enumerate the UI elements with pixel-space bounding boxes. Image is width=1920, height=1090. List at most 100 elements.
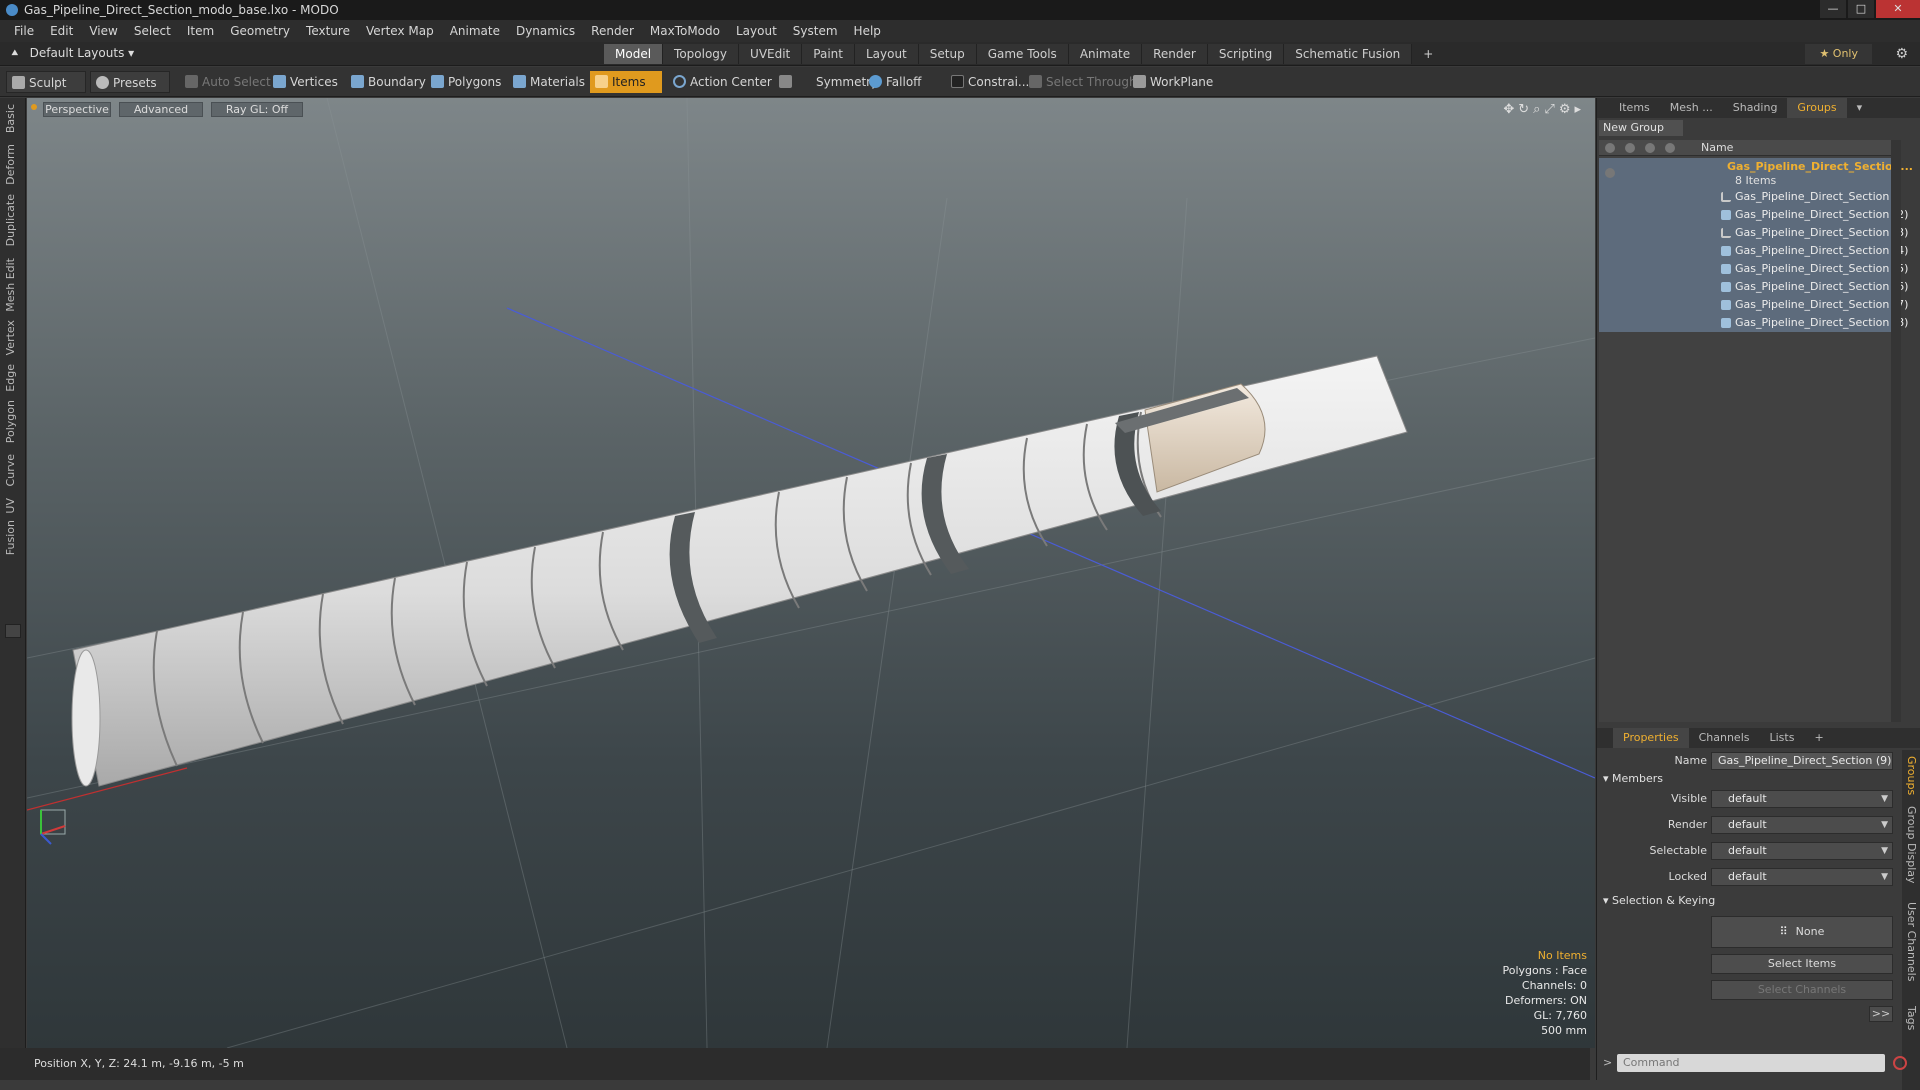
- tab-channels[interactable]: Channels: [1689, 728, 1760, 748]
- more-button[interactable]: >>: [1869, 1006, 1893, 1022]
- vtab-fusion[interactable]: Fusion: [4, 520, 17, 555]
- close-button[interactable]: ✕: [1876, 0, 1920, 18]
- tab-render[interactable]: Render: [1142, 44, 1208, 64]
- select-channels-button[interactable]: Select Channels: [1711, 980, 1893, 1000]
- menu-view[interactable]: View: [81, 24, 125, 38]
- selectable-dropdown[interactable]: default ▼: [1711, 842, 1893, 860]
- command-history-icon[interactable]: [1893, 1056, 1907, 1070]
- vtab-deform[interactable]: Deform: [4, 144, 17, 185]
- vtab-basic[interactable]: Basic: [4, 104, 17, 133]
- viewport-more-icon[interactable]: ▸: [1574, 102, 1585, 117]
- menu-file[interactable]: File: [6, 24, 42, 38]
- menu-maxtomodo[interactable]: MaxToModo: [642, 24, 728, 38]
- menu-render[interactable]: Render: [583, 24, 642, 38]
- command-input[interactable]: Command: [1617, 1054, 1885, 1072]
- tab-schematic-fusion[interactable]: Schematic Fusion: [1284, 44, 1413, 64]
- group-name-field[interactable]: Gas_Pipeline_Direct_Section (9): [1711, 752, 1893, 770]
- tab-items[interactable]: Items: [1609, 98, 1660, 118]
- locked-dropdown[interactable]: default ▼: [1711, 868, 1893, 886]
- auto-select-button[interactable]: Auto Select: [180, 71, 279, 93]
- falloff-button[interactable]: Falloff: [864, 71, 929, 93]
- tab-topology[interactable]: Topology: [663, 44, 740, 64]
- materials-button[interactable]: Materials: [508, 71, 593, 93]
- group-visibility-toggle[interactable]: [1605, 168, 1615, 178]
- raygl-dropdown[interactable]: Ray GL: Off: [211, 102, 303, 117]
- tree-item[interactable]: Gas_Pipeline_Direct_Section (3): [1599, 224, 1908, 242]
- side-tab-tags[interactable]: Tags: [1905, 1006, 1918, 1030]
- layout-collapse-icon[interactable]: ⯅: [10, 46, 20, 60]
- tab-properties[interactable]: Properties: [1613, 728, 1689, 748]
- vtab-mesh-edit[interactable]: Mesh Edit: [4, 258, 17, 312]
- default-layouts-dropdown[interactable]: ⯅ Default Layouts ▾: [10, 46, 134, 61]
- workplane-button[interactable]: WorkPlane: [1128, 71, 1221, 93]
- side-tab-user-channels[interactable]: User Channels: [1905, 902, 1918, 981]
- select-items-button[interactable]: Select Items: [1711, 954, 1893, 974]
- tree-item[interactable]: Gas_Pipeline_Direct_Section (4): [1599, 242, 1908, 260]
- side-tab-group-display[interactable]: Group Display: [1905, 806, 1918, 884]
- viewport-menu-dot[interactable]: [31, 104, 37, 110]
- menu-dynamics[interactable]: Dynamics: [508, 24, 583, 38]
- tab-setup[interactable]: Setup: [918, 44, 977, 64]
- side-tab-groups[interactable]: Groups: [1905, 756, 1918, 795]
- presets-button[interactable]: Presets: [90, 71, 170, 93]
- menu-texture[interactable]: Texture: [298, 24, 358, 38]
- menu-system[interactable]: System: [785, 24, 846, 38]
- tab-shading[interactable]: Shading: [1723, 98, 1788, 118]
- none-button[interactable]: ⠿ None: [1711, 916, 1893, 948]
- zoom-icon[interactable]: ⌕: [1533, 102, 1544, 117]
- action-center-button[interactable]: Action Center: [668, 71, 780, 93]
- menu-animate[interactable]: Animate: [442, 24, 508, 38]
- vtab-vertex[interactable]: Vertex: [4, 320, 17, 355]
- tab-mesh[interactable]: Mesh ...: [1660, 98, 1723, 118]
- vtab-duplicate[interactable]: Duplicate: [4, 194, 17, 246]
- only-button[interactable]: ★ Only: [1805, 44, 1872, 64]
- tree-item[interactable]: Gas_Pipeline_Direct_Section (2): [1599, 206, 1908, 224]
- members-section[interactable]: ▾ Members: [1603, 772, 1663, 785]
- add-tab-button[interactable]: +: [1804, 728, 1833, 748]
- minimize-button[interactable]: —: [1820, 0, 1846, 18]
- menu-select[interactable]: Select: [126, 24, 179, 38]
- perspective-dropdown[interactable]: Perspective: [43, 102, 111, 117]
- select-through-button[interactable]: Select Through: [1024, 71, 1145, 93]
- 3d-viewport[interactable]: Perspective Advanced Ray GL: Off ✥↻⌕⤢⚙▸ …: [27, 98, 1595, 1048]
- boundary-button[interactable]: Boundary: [346, 71, 434, 93]
- tab-groups[interactable]: Groups: [1787, 98, 1847, 118]
- shading-mode-dropdown[interactable]: Advanced: [119, 102, 203, 117]
- visible-dropdown[interactable]: default ▼: [1711, 790, 1893, 808]
- menu-edit[interactable]: Edit: [42, 24, 81, 38]
- rotate-icon[interactable]: ↻: [1518, 102, 1533, 117]
- tree-item[interactable]: Gas_Pipeline_Direct_Section (8): [1599, 314, 1908, 332]
- fit-icon[interactable]: ⤢: [1544, 102, 1558, 117]
- tab-model[interactable]: Model: [604, 44, 664, 64]
- menu-geometry[interactable]: Geometry: [222, 24, 298, 38]
- render-dropdown[interactable]: default ▼: [1711, 816, 1893, 834]
- items-button[interactable]: Items: [590, 71, 662, 93]
- sculpt-button[interactable]: Sculpt: [6, 71, 86, 93]
- tab-layout[interactable]: Layout: [854, 44, 919, 64]
- strip-expand-button[interactable]: [5, 624, 21, 638]
- menu-layout[interactable]: Layout: [728, 24, 785, 38]
- tab-game-tools[interactable]: Game Tools: [976, 44, 1069, 64]
- gear-icon[interactable]: ⚙: [1895, 46, 1908, 62]
- group-row[interactable]: Gas_Pipeline_Direct_Section... 8 Items: [1599, 158, 1913, 188]
- tree-item[interactable]: Gas_Pipeline_Direct_Section (6): [1599, 278, 1908, 296]
- viewport-gear-icon[interactable]: ⚙: [1559, 102, 1575, 117]
- pan-icon[interactable]: ✥: [1503, 102, 1518, 117]
- new-group-button[interactable]: New Group: [1599, 120, 1683, 136]
- vertices-button[interactable]: Vertices: [268, 71, 346, 93]
- menu-vertex-map[interactable]: Vertex Map: [358, 24, 442, 38]
- add-workspace-button[interactable]: +: [1412, 44, 1444, 64]
- tree-scrollbar[interactable]: [1891, 140, 1901, 722]
- polygons-button[interactable]: Polygons: [426, 71, 509, 93]
- tab-dropdown-icon[interactable]: ▾: [1847, 98, 1873, 118]
- tree-item[interactable]: Gas_Pipeline_Direct_Section (5): [1599, 260, 1908, 278]
- vtab-polygon[interactable]: Polygon: [4, 400, 17, 443]
- menu-help[interactable]: Help: [846, 24, 889, 38]
- tree-item[interactable]: Gas_Pipeline_Direct_Section: [1599, 188, 1901, 206]
- vtab-uv[interactable]: UV: [4, 498, 17, 514]
- name-column-header[interactable]: Name: [1701, 141, 1733, 154]
- tab-lists[interactable]: Lists: [1760, 728, 1805, 748]
- tab-uvedit[interactable]: UVEdit: [739, 44, 803, 64]
- tree-item[interactable]: Gas_Pipeline_Direct_Section (7): [1599, 296, 1908, 314]
- vtab-edge[interactable]: Edge: [4, 364, 17, 392]
